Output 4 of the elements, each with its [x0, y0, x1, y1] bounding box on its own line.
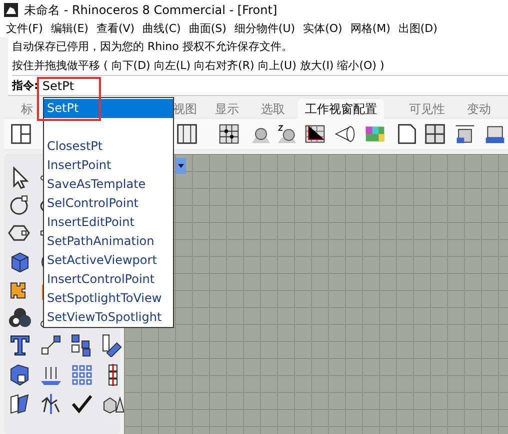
- command-history-line: 自动保存已停用，因为您的 Rhino 授权不允许保存文件。: [12, 39, 294, 55]
- command-history-line: 按住并拖拽做平移 ( 向下(D) 向左(L) 向右对齐(R) 向上(U) 放大(I) 缩小(O) ): [12, 58, 386, 74]
- window-title: 未命名 - Rhinoceros 8 Commercial - [Front]: [24, 2, 278, 18]
- command-label: 指令:: [12, 78, 38, 93]
